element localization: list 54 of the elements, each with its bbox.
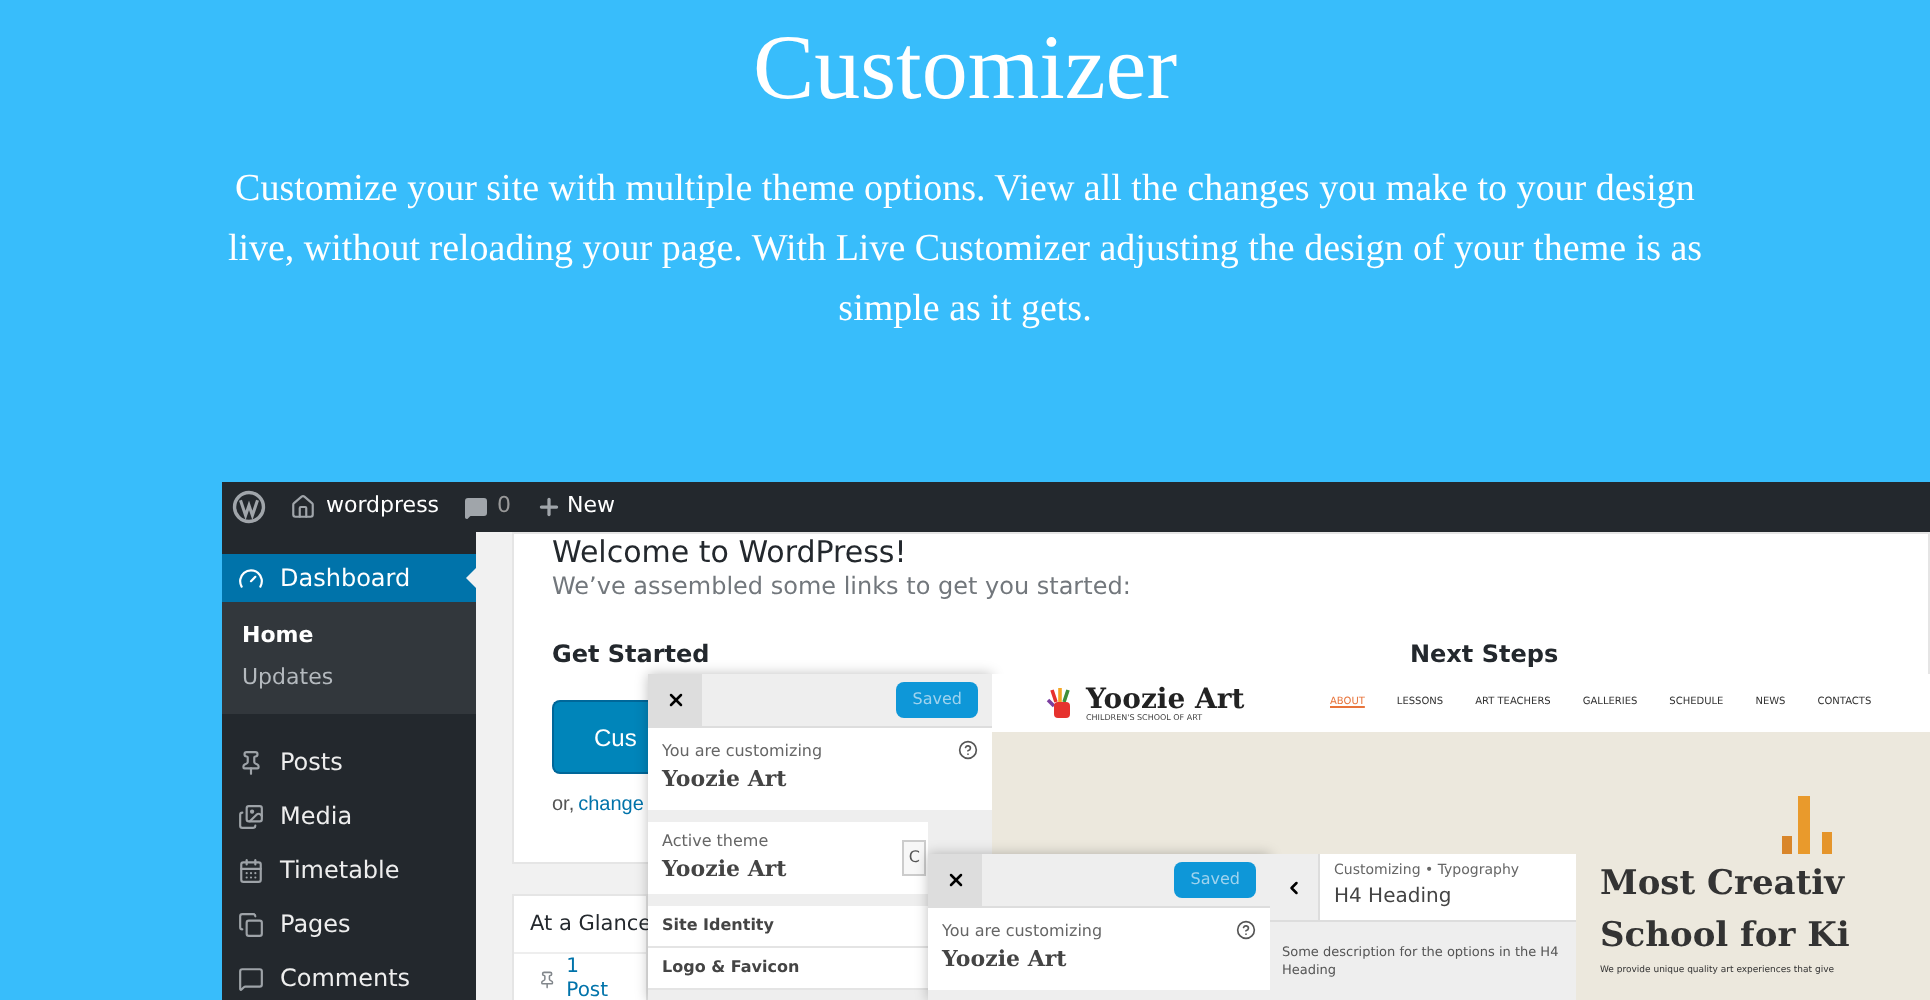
hero-title-line: Most Creativ — [1600, 862, 1845, 908]
submenu-item[interactable]: Updates — [222, 658, 476, 700]
change-link[interactable]: change — [578, 790, 644, 822]
comment-icon[interactable] — [463, 495, 488, 519]
sidebar-item[interactable]: Posts — [222, 738, 476, 786]
sidebar-item[interactable]: Pages — [222, 900, 476, 948]
caption: You are customizing — [662, 740, 823, 764]
link-prefix: or, — [552, 792, 575, 820]
theme-option-button[interactable]: C — [902, 839, 926, 876]
comment-count[interactable]: 0 — [497, 490, 512, 524]
wordpress-logo-icon[interactable] — [232, 490, 266, 524]
welcome-subtitle: We’ve assembled some links to get you started: — [552, 570, 1131, 602]
page-title: Customizer — [752, 14, 1178, 122]
help-icon[interactable] — [1236, 920, 1256, 940]
theme-name: Yoozie Art — [662, 764, 789, 796]
submenu-item[interactable]: Home — [222, 616, 476, 658]
close-button[interactable] — [648, 673, 702, 727]
close-icon — [665, 690, 685, 710]
caption: Active theme — [662, 829, 771, 853]
help-icon[interactable] — [958, 740, 978, 760]
section-heading: Next Steps — [1410, 638, 1559, 670]
theme-name: Yoozie Art — [662, 853, 787, 885]
glance-title: At a Glance — [514, 896, 646, 954]
theme-name: Yoozie Art — [942, 944, 1069, 976]
section-heading: Get Started — [552, 638, 710, 670]
caption: You are customizing — [942, 920, 1103, 944]
welcome-title: Welcome to WordPress! — [552, 534, 907, 570]
page-description: Customize your site with multiple theme options. View all the changes you make to your design live, without reloading your page. With Live Customizer adjusting the design of your theme is as simple as it gets. — [225, 166, 1705, 334]
sidebar-item[interactable]: Dashboard — [222, 554, 476, 602]
speech-bubble-icon — [238, 965, 264, 991]
customize-button[interactable]: Cus — [552, 700, 650, 774]
pointer-icon — [466, 568, 476, 588]
new-link[interactable]: New — [567, 490, 616, 524]
gauge-icon — [238, 565, 264, 591]
images-icon — [238, 803, 264, 829]
pin-icon — [238, 749, 264, 775]
section-item[interactable]: Logo & Favicon — [648, 948, 928, 990]
close-button[interactable] — [928, 853, 982, 907]
pin-icon — [538, 970, 557, 990]
hero-title-line: School for Ki — [1600, 914, 1850, 960]
sidebar-item[interactable]: Comments — [222, 954, 476, 1000]
panel-title: H4 Heading — [1334, 883, 1454, 911]
chevron-left-icon — [1284, 877, 1304, 897]
site-link[interactable]: wordpress — [326, 490, 440, 524]
sidebar-item[interactable]: Timetable — [222, 846, 476, 894]
post-count-link[interactable]: 1 Post — [566, 956, 622, 1000]
logo-text: Yoozie Art — [1086, 685, 1245, 713]
calendar-icon — [238, 857, 264, 883]
section-item[interactable]: Site Identity — [648, 906, 928, 948]
plus-icon[interactable] — [535, 494, 562, 520]
home-icon[interactable] — [290, 494, 316, 520]
pages-icon — [238, 911, 264, 937]
sidebar-item[interactable]: Media — [222, 792, 476, 840]
close-icon — [945, 870, 965, 890]
